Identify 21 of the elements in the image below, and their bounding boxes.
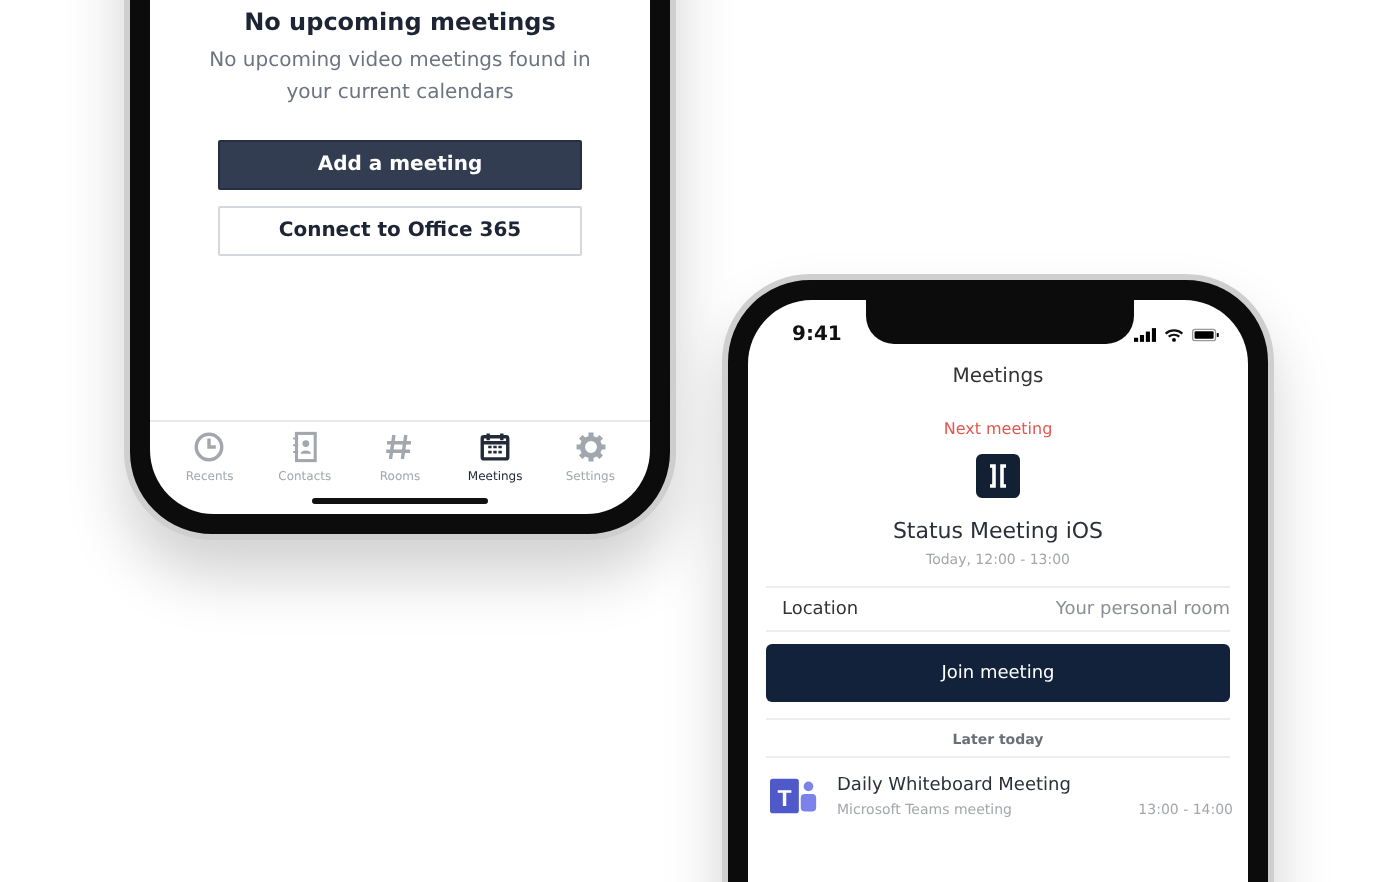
location-label: Location	[780, 600, 859, 620]
wifi-icon	[1164, 328, 1184, 342]
status-time: 9:41	[792, 324, 842, 346]
add-meeting-button[interactable]: Add a meeting	[218, 140, 582, 190]
signal-icon	[1134, 328, 1156, 342]
battery-icon	[1192, 328, 1220, 342]
location-value: Your personal room	[1055, 600, 1230, 620]
join-meeting-button[interactable]: Join meeting	[766, 644, 1230, 702]
app-logo-icon	[976, 454, 1020, 498]
empty-state-title: No upcoming meetings	[244, 8, 556, 36]
connect-button[interactable]: Connect to Office 365	[218, 206, 582, 256]
meeting-row-title: Daily Whiteboard Meeting	[837, 775, 1073, 795]
calendar-icon	[478, 430, 513, 464]
hash-icon	[382, 430, 417, 464]
meeting-title: Status Meeting iOS	[892, 518, 1104, 544]
next-meeting-label: Next meeting	[943, 420, 1053, 438]
screen-title: Meetings	[952, 366, 1044, 388]
contact-book-icon	[287, 430, 322, 464]
clock-icon	[192, 430, 227, 464]
empty-state-description: No upcoming video meetings found in your current calendars	[207, 48, 593, 108]
settings-icon	[573, 430, 608, 464]
